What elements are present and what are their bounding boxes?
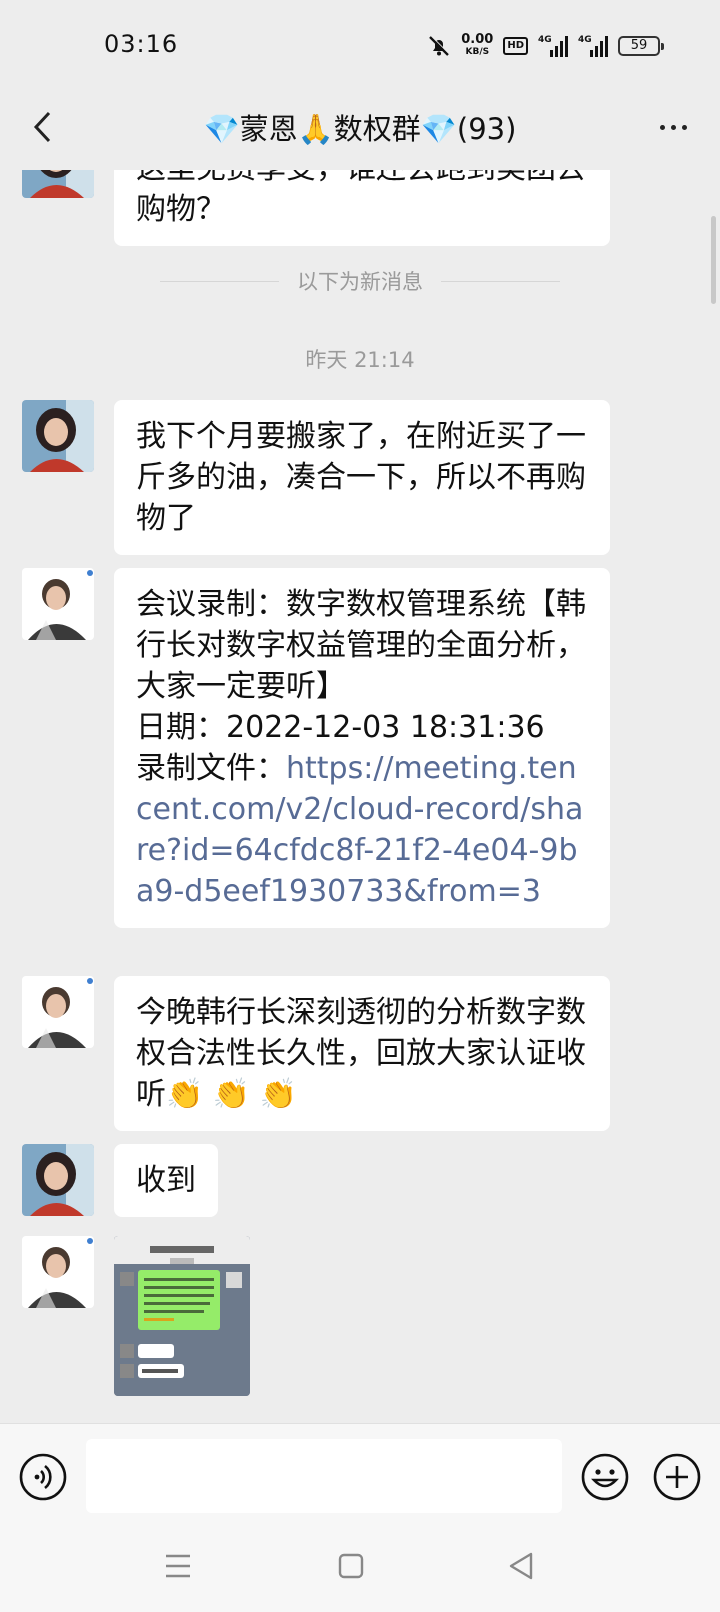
more-options-button[interactable] [648, 102, 698, 152]
scrollbar[interactable] [711, 216, 716, 304]
battery-icon: 59 [618, 36, 664, 56]
square-icon [338, 1553, 364, 1579]
back-button[interactable] [18, 102, 68, 152]
triangle-back-icon [509, 1552, 533, 1580]
signal-icon-1: 4G [538, 35, 568, 57]
mute-bell-icon [429, 35, 450, 56]
nav-back-button[interactable] [508, 1551, 534, 1585]
chevron-left-icon [33, 111, 51, 143]
nav-recents-button[interactable] [164, 1553, 192, 1583]
input-bar [0, 1423, 720, 1523]
message-list[interactable]: 这里免费享受，谁还会跑到美团去购物？ 以下为新消息 昨天 21:14 我下个月要… [0, 170, 720, 1423]
message-bubble[interactable]: 收到 [114, 1144, 218, 1217]
avatar[interactable] [22, 170, 94, 198]
status-bar: 03:16 0.00 KB/S HD 4G 4G 59 [0, 0, 720, 90]
page-title: 💎蒙恩🙏数权群💎(93) [203, 112, 517, 146]
message-timestamp: 昨天 21:14 [305, 348, 415, 372]
avatar[interactable] [22, 1144, 94, 1216]
message-bubble[interactable]: 这里免费享受，谁还会跑到美团去购物？ [114, 170, 610, 246]
avatar[interactable] [22, 400, 94, 472]
avatar[interactable] [22, 1236, 94, 1308]
message-text: 我下个月要搬家了，在附近买了一斤多的油，凑合一下，所以不再购物了 [136, 419, 586, 536]
emoji-icon [581, 1453, 629, 1501]
emoji-button[interactable] [580, 1452, 630, 1502]
message-bubble[interactable]: 今晚韩行长深刻透彻的分析数字数权合法性长久性，回放大家认证收听👏 👏 👏 [114, 976, 610, 1131]
system-nav-bar [0, 1523, 720, 1612]
message-label: 录制文件： [136, 751, 286, 786]
message-date: 日期：2022-12-03 18:31:36 [136, 710, 545, 745]
plus-icon [653, 1453, 701, 1501]
message-text: 收到 [136, 1163, 196, 1198]
more-dots-icon [659, 124, 665, 130]
message-text: 今晚韩行长深刻透彻的分析数字数权合法性长久性，回放大家认证收听👏 👏 👏 [136, 995, 586, 1112]
status-icons: 0.00 KB/S HD 4G 4G 59 [427, 28, 664, 64]
new-messages-divider: 以下为新消息 [160, 266, 560, 296]
chat-header: 💎蒙恩🙏数权群💎(93) [0, 90, 720, 170]
message-input[interactable] [86, 1439, 562, 1513]
hd-badge: HD [503, 37, 528, 55]
status-time: 03:16 [104, 30, 179, 58]
plus-button[interactable] [652, 1452, 702, 1502]
voice-button[interactable] [18, 1452, 68, 1502]
avatar[interactable] [22, 568, 94, 640]
signal-icon-2: 4G [578, 35, 608, 57]
message-text: 会议录制：数字数权管理系统【韩行长对数字权益管理的全面分析，大家一定要听】 [136, 587, 586, 704]
nav-home-button[interactable] [338, 1553, 364, 1583]
message-bubble[interactable]: 会议录制：数字数权管理系统【韩行长对数字权益管理的全面分析，大家一定要听】 日期… [114, 568, 610, 928]
message-bubble[interactable]: 我下个月要搬家了，在附近买了一斤多的油，凑合一下，所以不再购物了 [114, 400, 610, 555]
menu-lines-icon [166, 1554, 190, 1578]
message-text: 这里免费享受，谁还会跑到美团去购物？ [136, 170, 586, 227]
network-speed: 0.00 KB/S [461, 32, 494, 57]
voice-icon [19, 1453, 67, 1501]
image-message[interactable] [114, 1236, 250, 1396]
avatar[interactable] [22, 976, 94, 1048]
